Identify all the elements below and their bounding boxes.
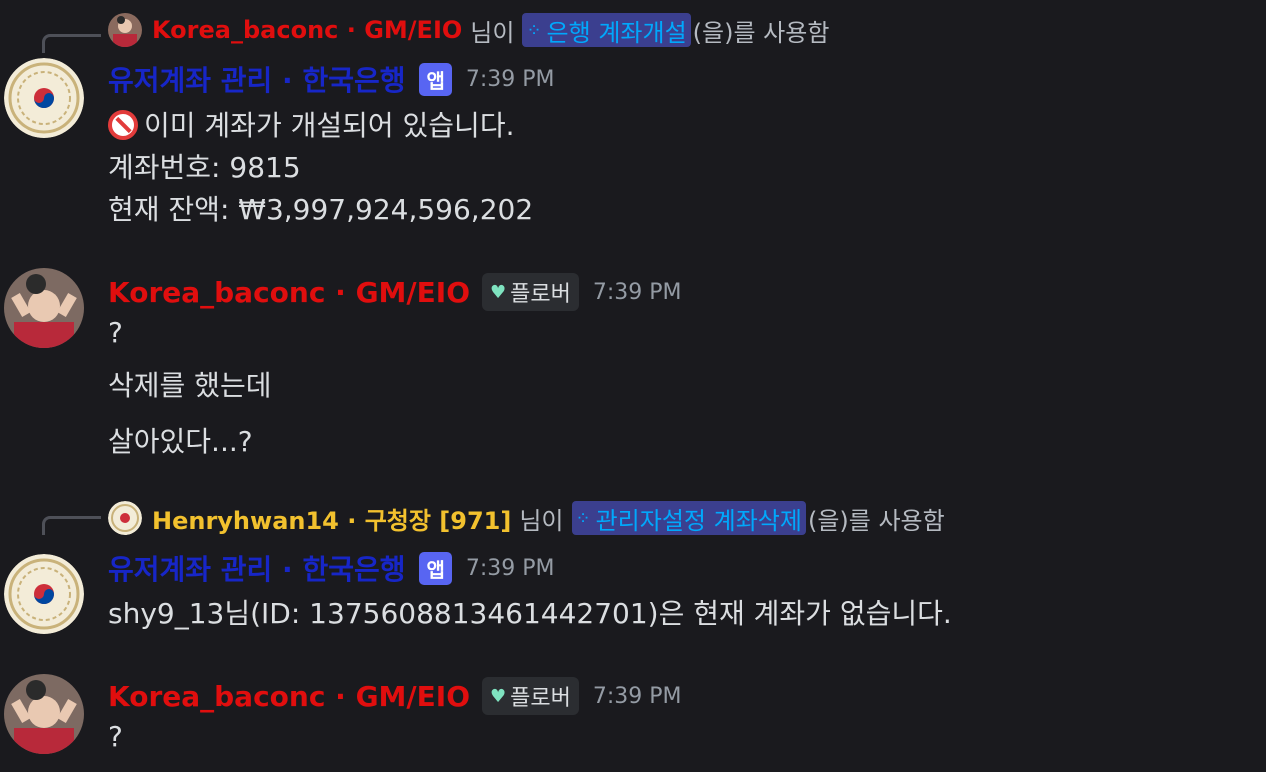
- prohibited-emoji-icon: [108, 110, 138, 140]
- author-name[interactable]: 유저계좌 관리 · 한국은행: [108, 548, 405, 588]
- message-line: ?: [108, 316, 123, 349]
- reply-connector: [42, 516, 101, 535]
- user-photo-avatar-small[interactable]: [108, 13, 142, 47]
- korean-seal-avatar[interactable]: [4, 554, 84, 634]
- app-badge: 앱: [419, 551, 452, 585]
- message-line: 살아있다...?: [108, 425, 253, 458]
- user-photo-avatar[interactable]: [4, 268, 84, 348]
- author-name[interactable]: Korea_baconc · GM/EIO: [108, 276, 470, 309]
- reply-text-before: 님이: [470, 18, 515, 47]
- message-header: 유저계좌 관리 · 한국은행 앱 7:39 PM: [108, 57, 555, 101]
- korean-seal-avatar[interactable]: [4, 58, 84, 138]
- reply-username[interactable]: Henryhwan14 · 구청장 [971]: [152, 501, 511, 536]
- reply-text-after: (을)를 사용함: [807, 506, 945, 535]
- message-line: 현재 잔액: ₩3,997,924,596,202: [108, 193, 534, 226]
- command-reply-header[interactable]: Korea_baconc · GM/EIO 님이 ⁘ 은행 계좌개설 (을)를 …: [108, 8, 829, 52]
- message-line: 삭제를 했는데: [108, 369, 272, 402]
- timestamp[interactable]: 7:39 PM: [466, 67, 555, 92]
- role-badge[interactable]: ♥ 플로버: [482, 273, 579, 311]
- reply-connector: [42, 34, 101, 53]
- command-reply-header[interactable]: Henryhwan14 · 구청장 [971] 님이 ⁘ 관리자설정 계좌삭제 …: [108, 496, 945, 540]
- reply-text-after: (을)를 사용함: [692, 18, 830, 47]
- message-header: Korea_baconc · GM/EIO ♥ 플로버 7:39 PM: [108, 674, 682, 718]
- role-badge[interactable]: ♥ 플로버: [482, 677, 579, 715]
- chat-log: Korea_baconc · GM/EIO 님이 ⁘ 은행 계좌개설 (을)를 …: [0, 0, 1266, 772]
- slash-command-chip[interactable]: ⁘ 관리자설정 계좌삭제: [571, 501, 806, 535]
- app-badge: 앱: [419, 62, 452, 96]
- user-photo-avatar[interactable]: [4, 674, 84, 754]
- command-icon: ⁘: [575, 507, 591, 529]
- heart-icon: ♥: [490, 685, 507, 707]
- heart-icon: ♥: [490, 281, 507, 303]
- author-name[interactable]: Korea_baconc · GM/EIO: [108, 680, 470, 713]
- message-line: 계좌번호: 9815: [108, 151, 301, 184]
- reply-text-before: 님이: [519, 506, 564, 535]
- slash-command-chip[interactable]: ⁘ 은행 계좌개설: [522, 13, 691, 47]
- message-line: shy9_13님(ID: 1375608813461442701)은 현재 계좌…: [108, 597, 952, 630]
- message-header: Korea_baconc · GM/EIO ♥ 플로버 7:39 PM: [108, 270, 682, 314]
- timestamp[interactable]: 7:39 PM: [593, 684, 682, 709]
- korean-seal-avatar-small[interactable]: [108, 501, 142, 535]
- timestamp[interactable]: 7:39 PM: [593, 280, 682, 305]
- reply-username[interactable]: Korea_baconc · GM/EIO: [152, 16, 462, 44]
- message-line: ?: [108, 720, 123, 753]
- timestamp[interactable]: 7:39 PM: [466, 556, 555, 581]
- author-name[interactable]: 유저계좌 관리 · 한국은행: [108, 59, 405, 99]
- message-line: 이미 계좌가 개설되어 있습니다.: [108, 104, 514, 144]
- message-header: 유저계좌 관리 · 한국은행 앱 7:39 PM: [108, 546, 555, 590]
- command-name: 은행 계좌개설: [546, 18, 687, 47]
- command-name: 관리자설정 계좌삭제: [595, 506, 802, 535]
- command-icon: ⁘: [526, 19, 542, 41]
